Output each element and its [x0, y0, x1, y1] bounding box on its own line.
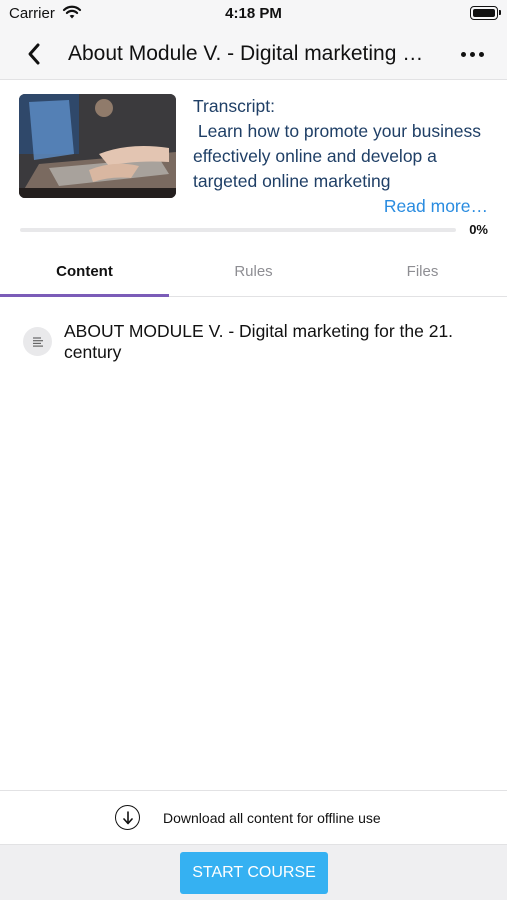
download-all-button[interactable]: Download all content for offline use: [0, 790, 507, 844]
transcript-label: Transcript:: [193, 96, 276, 116]
tab-files[interactable]: Files: [338, 246, 507, 296]
status-time: 4:18 PM: [225, 5, 282, 22]
more-options-button[interactable]: [457, 40, 487, 68]
list-item[interactable]: ABOUT MODULE V. - Digital marketing for …: [0, 297, 507, 387]
footer: START COURSE: [0, 844, 507, 900]
progress-bar: [20, 228, 456, 232]
transcript-preview: Transcript: Learn how to promote your bu…: [193, 94, 493, 194]
document-icon: [23, 327, 52, 356]
content-list: ABOUT MODULE V. - Digital marketing for …: [0, 297, 507, 387]
start-course-button[interactable]: START COURSE: [180, 852, 328, 894]
content-item-title: ABOUT MODULE V. - Digital marketing for …: [64, 321, 454, 362]
tab-bar: Content Rules Files: [0, 246, 507, 297]
chevron-left-icon: [28, 43, 40, 65]
download-icon: [115, 805, 140, 830]
back-button[interactable]: [20, 40, 48, 68]
transcript-text: Learn how to promote your business effec…: [193, 121, 486, 191]
battery-icon: [470, 6, 501, 20]
course-header: Transcript: Learn how to promote your bu…: [0, 81, 507, 246]
page-title: About Module V. - Digital marketing for …: [68, 42, 428, 65]
course-thumbnail: [19, 94, 176, 198]
tab-rules[interactable]: Rules: [169, 246, 338, 296]
navigation-bar: About Module V. - Digital marketing for …: [0, 28, 507, 80]
progress-label: 0%: [469, 222, 488, 237]
tab-content[interactable]: Content: [0, 246, 169, 297]
more-horizontal-icon: [460, 51, 466, 57]
download-label: Download all content for offline use: [163, 810, 381, 826]
read-more-link[interactable]: Read more…: [384, 196, 488, 217]
status-bar: Carrier 4:18 PM: [0, 0, 507, 28]
